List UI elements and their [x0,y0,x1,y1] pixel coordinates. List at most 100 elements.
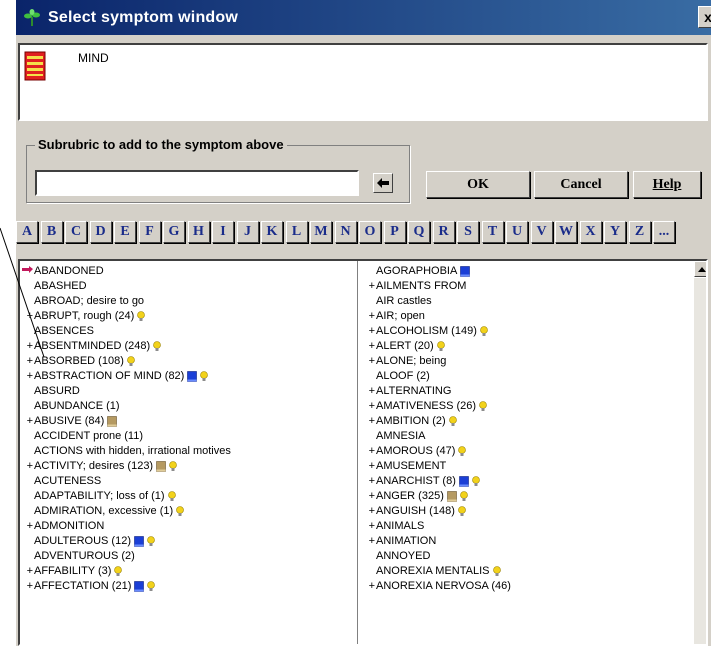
rubric-item[interactable]: AMNESIA [364,429,700,444]
rubric-label: AFFECTATION (21) [34,580,132,592]
rubric-item[interactable]: ADULTEROUS (12) [22,534,356,549]
close-button[interactable]: x [698,6,711,28]
letter-n-button[interactable]: N [334,221,357,243]
rubric-item[interactable]: + AFFECTATION (21) [22,579,356,594]
rubric-item[interactable]: ADVENTUROUS (2) [22,549,356,564]
scroll-up-arrow-icon [698,266,706,272]
column-divider [357,261,358,644]
expand-marker: + [368,310,375,322]
rubric-label: ANIMALS [376,520,425,532]
letter-b-button[interactable]: B [40,221,63,243]
letter-y-button[interactable]: Y [604,221,626,243]
rubric-item[interactable]: ACTIONS with hidden, irrational motives [22,444,356,459]
rubric-item[interactable]: + ABUSIVE (84) [22,414,356,429]
rubric-item[interactable]: + AMATIVENESS (26) [364,399,700,414]
rubric-item[interactable]: + ABSORBED (108) [22,354,356,369]
letter-k-button[interactable]: K [261,221,283,243]
letter-v-button[interactable]: V [530,221,553,243]
rubric-item[interactable]: + ACTIVITY; desires (123) [22,459,356,474]
rubric-item[interactable]: + ANGUISH (148) [364,504,700,519]
letter-s-button[interactable]: S [457,221,479,243]
ok-button[interactable]: OK [426,171,530,198]
rubric-item[interactable]: + ABRUPT, rough (24) [22,309,356,324]
rubric-item[interactable]: + ABSENTMINDED (248) [22,339,356,354]
scrollbar-track[interactable] [694,278,706,644]
rubric-item[interactable]: + AFFABILITY (3) [22,564,356,579]
insert-arrow-button[interactable] [373,173,393,193]
letter-x-button[interactable]: X [579,221,602,243]
rubric-item[interactable]: + AMOROUS (47) [364,444,700,459]
rubric-item[interactable]: + AIR; open [364,309,700,324]
rubric-item[interactable]: + AMUSEMENT [364,459,700,474]
rubric-item[interactable]: + ANIMALS [364,519,700,534]
help-button[interactable]: Help [633,171,701,198]
rubric-item[interactable]: ALOOF (2) [364,369,700,384]
letter-q-button[interactable]: Q [408,221,430,243]
rubric-item[interactable]: ABSENCES [22,324,356,339]
letter-d-button[interactable]: D [89,221,112,243]
rubric-item[interactable]: ABROAD; desire to go [22,294,356,309]
rubric-item[interactable]: + ADMONITION [22,519,356,534]
plant-icon [24,8,40,26]
rubric-item[interactable]: + ALTERNATING [364,384,700,399]
lightbulb-icon [479,401,487,411]
rubric-item[interactable]: + AILMENTS FROM [364,279,700,294]
rubric-item[interactable]: ADAPTABILITY; loss of (1) [22,489,356,504]
letter-j-button[interactable]: J [236,221,259,243]
expand-marker: + [368,490,375,502]
rubric-item[interactable]: + ABSTRACTION OF MIND (82) [22,369,356,384]
letter-e-button[interactable]: E [114,221,136,243]
rubric-label: ANOREXIA NERVOSA (46) [376,580,511,592]
letter-u-button[interactable]: U [506,221,528,243]
lightbulb-icon [153,341,161,351]
expand-marker: + [26,460,33,472]
letter-r-button[interactable]: R [432,221,455,243]
letter-g-button[interactable]: G [163,221,185,243]
rubric-item[interactable]: + ANOREXIA NERVOSA (46) [364,579,700,594]
rubric-item[interactable]: + ALONE; being [364,354,700,369]
rubric-item[interactable]: ADMIRATION, excessive (1) [22,504,356,519]
scroll-up-button[interactable] [694,261,706,277]
rubric-item[interactable]: + ANARCHIST (8) [364,474,700,489]
rubric-label: ADMONITION [34,520,105,532]
subrubric-input[interactable] [35,170,359,196]
rubric-label: ADMIRATION, excessive (1) [34,505,174,517]
blue-book-icon [459,476,469,487]
letter-more-button[interactable]: ... [653,221,675,243]
rubric-item[interactable]: AIR castles [364,294,700,309]
rubric-item[interactable]: ABUNDANCE (1) [22,399,356,414]
letter-f-button[interactable]: F [138,221,161,243]
rubric-item[interactable]: ACUTENESS [22,474,356,489]
rubric-item[interactable]: ACCIDENT prone (11) [22,429,356,444]
letter-a-button[interactable]: A [16,221,38,243]
cancel-button[interactable]: Cancel [534,171,628,198]
letter-t-button[interactable]: T [481,221,504,243]
letter-w-button[interactable]: W [555,221,577,243]
letter-c-button[interactable]: C [65,221,87,243]
rubric-item[interactable]: ABASHED [22,279,356,294]
rubric-item[interactable]: + ANIMATION [364,534,700,549]
expand-marker: + [368,400,375,412]
letter-h-button[interactable]: H [187,221,210,243]
blue-book-icon [134,581,145,592]
rubric-label: ABANDONED [34,265,104,277]
rubric-item[interactable]: + AMBITION (2) [364,414,700,429]
letter-p-button[interactable]: P [383,221,406,243]
rubric-item[interactable]: ABANDONED [22,264,356,279]
letter-m-button[interactable]: M [310,221,332,243]
blue-book-icon [460,266,471,277]
rubric-item[interactable]: + ANGER (325) [364,489,700,504]
letter-z-button[interactable]: Z [628,221,651,243]
letter-l-button[interactable]: L [285,221,308,243]
rubric-item[interactable]: AGORAPHOBIA [364,264,700,279]
rubric-item[interactable]: ANOREXIA MENTALIS [364,564,700,579]
rubric-item[interactable]: ABSURD [22,384,356,399]
rubric-item[interactable]: ANNOYED [364,549,700,564]
letter-o-button[interactable]: O [359,221,381,243]
rubric-item[interactable]: + ALERT (20) [364,339,700,354]
rubric-label: ABASHED [34,280,87,292]
title-bar[interactable]: Select symptom window x [16,0,711,35]
lightbulb-icon [127,356,135,366]
rubric-item[interactable]: + ALCOHOLISM (149) [364,324,700,339]
letter-i-button[interactable]: I [212,221,234,243]
